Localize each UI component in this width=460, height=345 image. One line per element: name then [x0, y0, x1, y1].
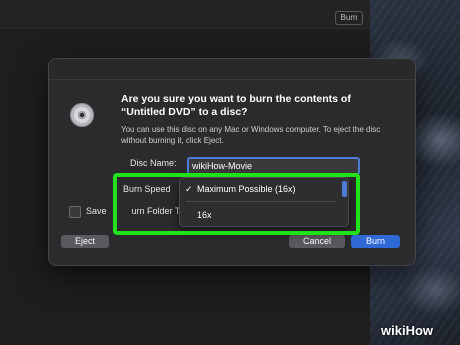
finder-toolbar: Burn — [0, 0, 370, 29]
wikihow-watermark: wikiHow — [381, 323, 433, 338]
eject-button[interactable]: Eject — [61, 235, 109, 248]
finder-burn-button[interactable]: Burn — [335, 11, 363, 25]
dialog-titlebar — [49, 59, 415, 80]
watermark-wiki: wiki — [381, 323, 406, 338]
dialog-title: Are you sure you want to burn the conten… — [121, 93, 351, 118]
save-burn-folder-checkbox[interactable] — [69, 206, 81, 218]
highlight-box — [113, 173, 360, 235]
burn-button[interactable]: Burn — [351, 235, 400, 248]
disc-icon — [70, 103, 94, 127]
dialog-message: You can use this disc on any Mac or Wind… — [121, 125, 381, 145]
disc-name-label: Disc Name: — [130, 158, 177, 168]
watermark-how: How — [405, 323, 434, 338]
cancel-button[interactable]: Cancel — [289, 235, 345, 248]
save-label-start: Save — [86, 206, 107, 216]
